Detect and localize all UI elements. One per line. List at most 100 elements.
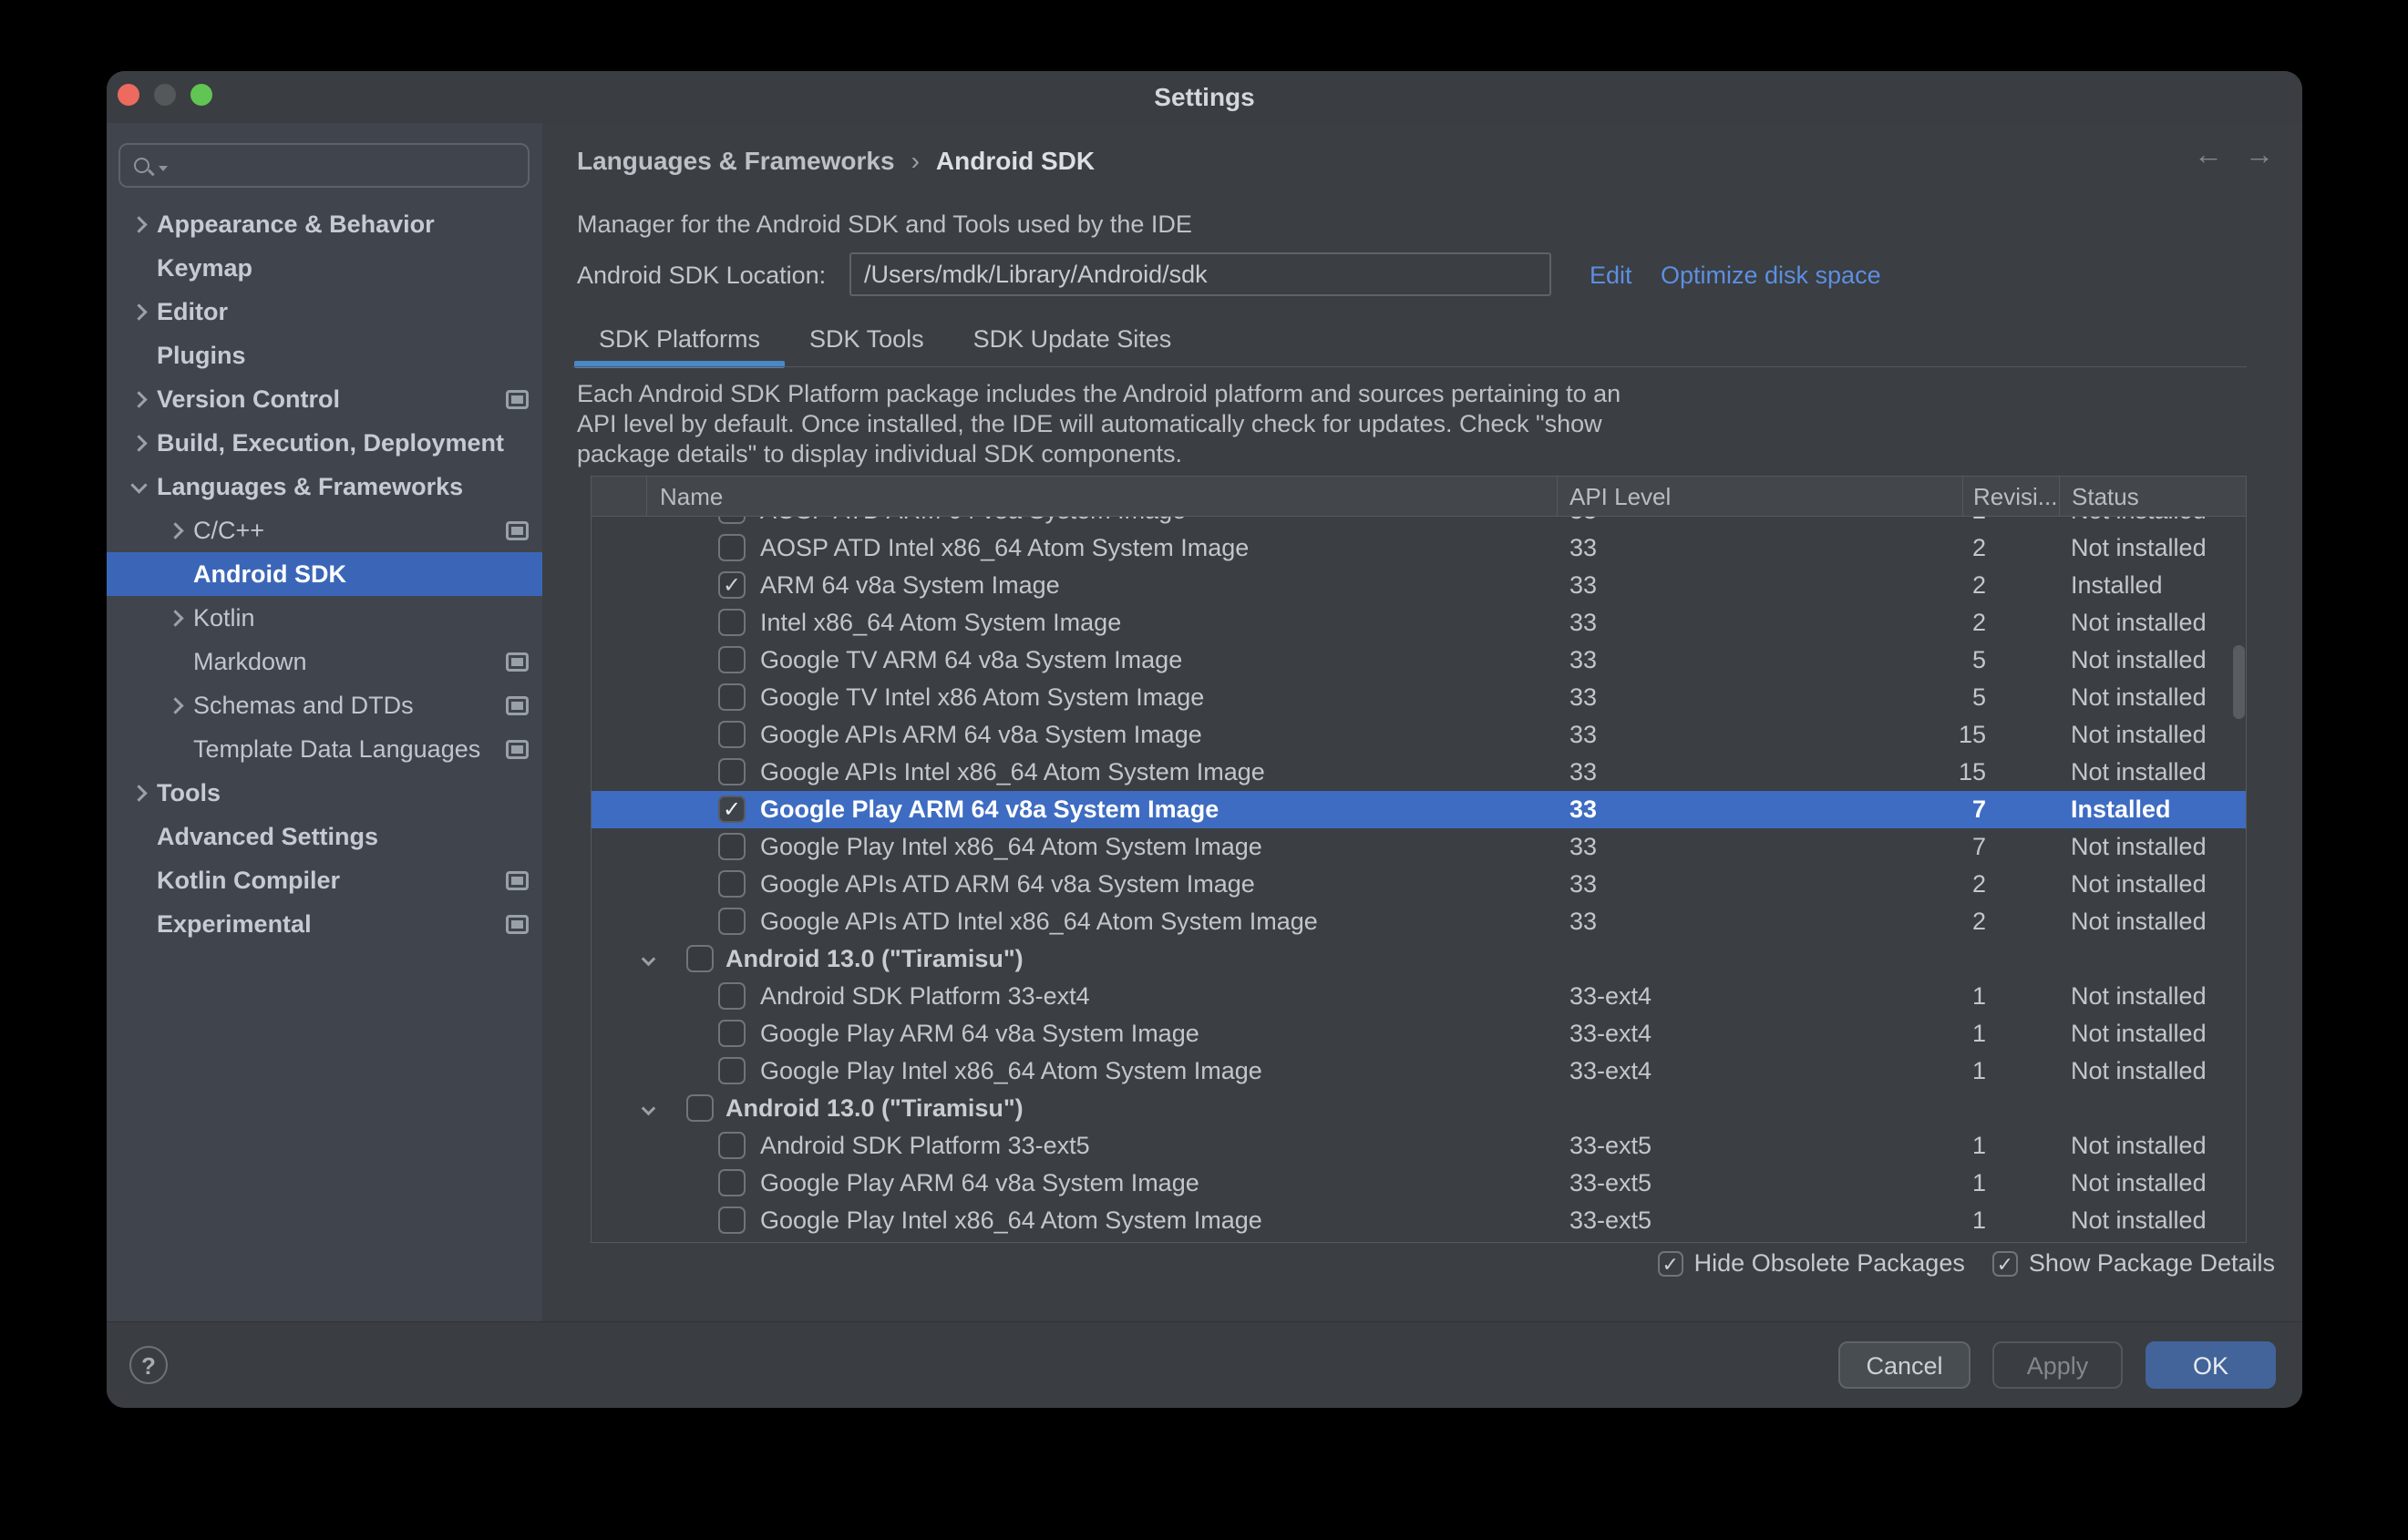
checkbox-checked-icon[interactable]: ✓ [718, 796, 746, 823]
table-row[interactable] [592, 1239, 2246, 1243]
sidebar-item-c-c-[interactable]: C/C++ [107, 508, 542, 552]
table-scrollbar-thumb[interactable] [2233, 645, 2245, 719]
table-row[interactable]: Google APIs ARM 64 v8a System Image3315N… [592, 716, 2246, 754]
checkbox-checked-icon[interactable]: ✓ [1992, 1251, 2018, 1277]
checkbox-unchecked-icon[interactable] [718, 758, 746, 785]
edit-link[interactable]: Edit [1590, 262, 1632, 290]
chevron-right-icon[interactable] [167, 522, 183, 539]
column-header-name[interactable]: Name [660, 477, 723, 517]
status-cell: Not installed [2071, 679, 2207, 716]
table-row[interactable]: Android SDK Platform 33-ext433-ext41Not … [592, 978, 2246, 1015]
table-row[interactable]: ✓Google Play ARM 64 v8a System Image337I… [592, 791, 2246, 828]
table-row[interactable]: Google APIs ATD Intel x86_64 Atom System… [592, 903, 2246, 940]
sidebar-item-template-data-languages[interactable]: Template Data Languages [107, 727, 542, 771]
chevron-right-icon[interactable] [130, 391, 147, 407]
checkbox-unchecked-icon[interactable] [718, 908, 746, 935]
checkbox-unchecked-icon[interactable] [718, 609, 746, 636]
sdk-location-input[interactable] [849, 252, 1551, 296]
table-row[interactable]: Intel x86_64 Atom System Image332Not ins… [592, 604, 2246, 642]
revision-cell: 2 [1922, 604, 1986, 642]
column-header-api-level[interactable]: API Level [1569, 477, 1671, 517]
table-row[interactable]: AOSP ATD Intel x86_64 Atom System Image3… [592, 529, 2246, 567]
sidebar-item-kotlin-compiler[interactable]: Kotlin Compiler [107, 858, 542, 902]
sidebar-item-version-control[interactable]: Version Control [107, 377, 542, 421]
sidebar-item-plugins[interactable]: Plugins [107, 334, 542, 377]
sidebar-item-build-execution-deployment[interactable]: Build, Execution, Deployment [107, 421, 542, 465]
forward-arrow-icon[interactable]: → [2245, 138, 2274, 171]
search-input[interactable] [118, 143, 530, 188]
sidebar-item-kotlin[interactable]: Kotlin [107, 596, 542, 640]
tab-sdk-tools[interactable]: SDK Tools [785, 316, 949, 368]
table-row[interactable]: Google APIs Intel x86_64 Atom System Ima… [592, 754, 2246, 791]
table-row[interactable]: Google Play Intel x86_64 Atom System Ima… [592, 1052, 2246, 1090]
sidebar-item-schemas-and-dtds[interactable]: Schemas and DTDs [107, 683, 542, 727]
revision-cell: 1 [1922, 1052, 1986, 1090]
window-badge-icon [506, 521, 529, 540]
checkbox-unchecked-icon[interactable] [718, 721, 746, 748]
ok-button[interactable]: OK [2146, 1341, 2276, 1389]
sidebar-item-languages-frameworks[interactable]: Languages & Frameworks [107, 465, 542, 508]
checkbox-unchecked-icon[interactable] [686, 945, 714, 972]
table-row[interactable]: Google Play ARM 64 v8a System Image33-ex… [592, 1015, 2246, 1052]
chevron-right-icon[interactable] [167, 697, 183, 714]
table-row[interactable]: AOSP ATD ARM 64 v8a System Image332Not i… [592, 517, 2246, 529]
sidebar-item-tools[interactable]: Tools [107, 771, 542, 815]
table-row[interactable]: Google TV ARM 64 v8a System Image335Not … [592, 642, 2246, 679]
checkbox-unchecked-icon[interactable] [718, 1057, 746, 1084]
sidebar-item-keymap[interactable]: Keymap [107, 246, 542, 290]
table-row-clipped-bottom[interactable] [592, 1239, 2246, 1243]
sidebar-item-editor[interactable]: Editor [107, 290, 542, 334]
chevron-down-icon[interactable] [642, 952, 656, 967]
checkbox-unchecked-icon[interactable] [718, 833, 746, 860]
checkbox-unchecked-icon[interactable] [718, 683, 746, 711]
chevron-right-icon[interactable] [130, 435, 147, 451]
cancel-button[interactable]: Cancel [1838, 1341, 1971, 1389]
breadcrumb-parent[interactable]: Languages & Frameworks [577, 147, 895, 175]
sidebar-item-markdown[interactable]: Markdown [107, 640, 542, 683]
checkbox-unchecked-icon[interactable] [718, 982, 746, 1010]
table-row[interactable]: ✓ARM 64 v8a System Image332Installed [592, 567, 2246, 604]
column-header-revisi-[interactable]: Revisi... [1973, 477, 2057, 517]
table-row[interactable]: Google APIs ATD ARM 64 v8a System Image3… [592, 866, 2246, 903]
column-header-status[interactable]: Status [2072, 477, 2139, 517]
chevron-down-icon[interactable] [130, 477, 147, 493]
table-row-clipped-top[interactable]: AOSP ATD ARM 64 v8a System Image332Not i… [592, 517, 2246, 529]
checkbox-unchecked-icon[interactable] [718, 1206, 746, 1234]
table-group-row[interactable]: Android 13.0 ("Tiramisu") [592, 1090, 2246, 1127]
table-row[interactable]: Google Play Intel x86_64 Atom System Ima… [592, 1202, 2246, 1239]
checkbox-unchecked-icon[interactable] [718, 1132, 746, 1159]
sidebar-item-advanced-settings[interactable]: Advanced Settings [107, 815, 542, 858]
chevron-right-icon[interactable] [130, 303, 147, 320]
table-row[interactable]: Google Play Intel x86_64 Atom System Ima… [592, 828, 2246, 866]
chevron-right-icon[interactable] [130, 216, 147, 232]
chevron-down-icon[interactable] [642, 1102, 656, 1116]
tab-sdk-update-sites[interactable]: SDK Update Sites [949, 316, 1197, 368]
checkbox-unchecked-icon[interactable] [718, 534, 746, 561]
table-row[interactable]: Android SDK Platform 33-ext533-ext51Not … [592, 1127, 2246, 1165]
help-button[interactable]: ? [129, 1346, 168, 1384]
tab-sdk-platforms[interactable]: SDK Platforms [574, 316, 785, 368]
checkbox-checked-icon[interactable]: ✓ [1658, 1251, 1683, 1277]
chevron-right-icon[interactable] [167, 610, 183, 626]
chevron-right-icon[interactable] [130, 785, 147, 801]
table-row[interactable]: Google TV Intel x86 Atom System Image335… [592, 679, 2246, 716]
package-name-cell: Google TV ARM 64 v8a System Image [760, 642, 1182, 679]
back-arrow-icon[interactable]: ← [2194, 138, 2223, 171]
checkbox-unchecked-icon[interactable] [686, 1094, 714, 1122]
checkbox-unchecked-icon[interactable] [718, 1020, 746, 1047]
search-options-caret-icon[interactable] [159, 166, 168, 171]
checkbox-unchecked-icon[interactable] [718, 646, 746, 673]
sidebar-item-appearance-behavior[interactable]: Appearance & Behavior [107, 202, 542, 246]
table-group-row[interactable]: Android 13.0 ("Tiramisu") [592, 940, 2246, 978]
table-row[interactable]: Google Play ARM 64 v8a System Image33-ex… [592, 1165, 2246, 1202]
option-hide-obsolete-packages[interactable]: ✓Hide Obsolete Packages [1658, 1249, 1965, 1278]
sidebar-item-experimental[interactable]: Experimental [107, 902, 542, 946]
sidebar-item-android-sdk[interactable]: Android SDK [107, 552, 542, 596]
optimize-disk-space-link[interactable]: Optimize disk space [1661, 262, 1881, 290]
option-show-package-details[interactable]: ✓Show Package Details [1992, 1249, 2275, 1278]
checkbox-unchecked-icon[interactable] [718, 1169, 746, 1196]
checkbox-unchecked-icon[interactable] [718, 870, 746, 898]
apply-button[interactable]: Apply [1992, 1341, 2123, 1389]
checkbox-checked-icon[interactable]: ✓ [718, 571, 746, 599]
checkbox-unchecked-icon[interactable] [718, 517, 746, 524]
